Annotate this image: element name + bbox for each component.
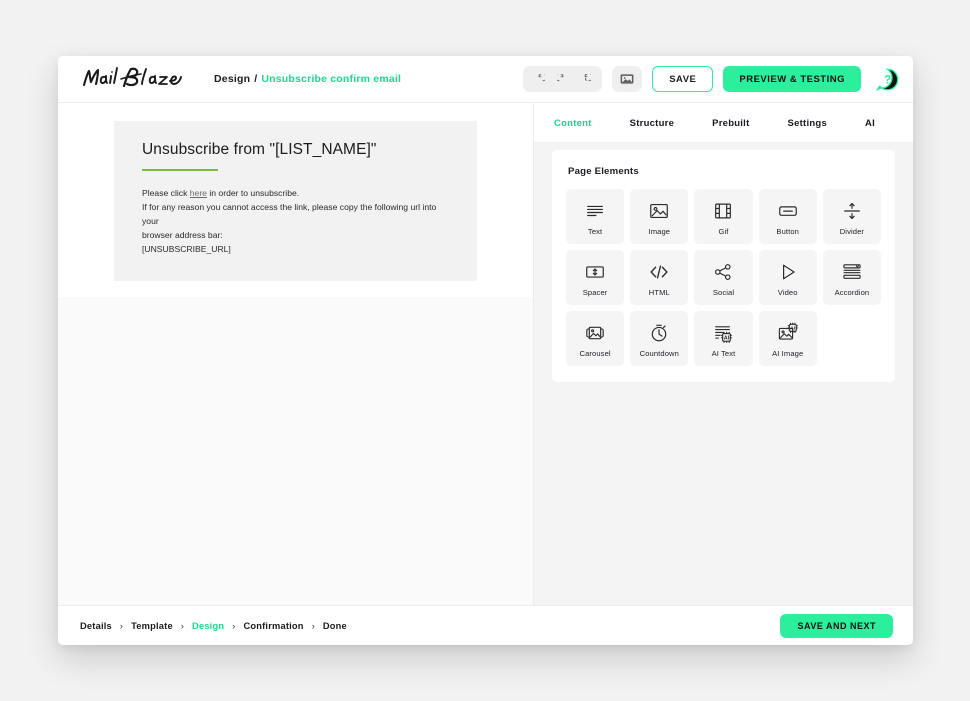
email-content-block[interactable]: Unsubscribe from "[LIST_NAME]" Please cl… [114,121,477,281]
email-title: Unsubscribe from "[LIST_NAME]" [142,141,377,158]
button-icon [777,200,799,222]
element-countdown[interactable]: Countdown [630,311,689,366]
step-done[interactable]: Done [323,621,347,631]
history-controls [523,66,603,92]
page-root: Design / Unsubscribe confirm email SAVE … [0,0,970,701]
page-elements-card: Page Elements Text Image Gif Button Divi… [552,150,895,382]
tab-prebuilt[interactable]: Prebuilt [712,116,749,131]
step-template[interactable]: Template [131,621,173,631]
panel-tabs: Content Structure Prebuilt Settings AI [534,103,913,142]
step-details[interactable]: Details [80,621,112,631]
image-icon [648,200,670,222]
element-label: Spacer [582,287,608,297]
svg-text:AI: AI [790,325,796,331]
text-lines-icon [584,200,606,222]
ai-text-icon: AI [712,322,734,344]
element-label: Video [777,287,798,297]
element-label: Carousel [579,348,611,358]
code-icon [648,261,670,283]
page-elements-title: Page Elements [568,166,639,177]
breadcrumb: Design / Unsubscribe confirm email [214,73,401,85]
film-strip-icon [712,200,734,222]
element-social[interactable]: Social [694,250,753,305]
element-gif[interactable]: Gif [694,189,753,244]
element-html[interactable]: HTML [630,250,689,305]
element-label: AI Text [711,348,736,358]
element-image[interactable]: Image [630,189,689,244]
svg-text:AI: AI [724,335,730,341]
email-line-1-suffix: in order to unsubscribe. [206,188,300,198]
element-ai-text[interactable]: AI AI Text [694,311,753,366]
divider-icon [841,200,863,222]
element-video[interactable]: Video [758,250,817,305]
step-separator: › [311,620,315,631]
breadcrumb-separator: / [254,73,258,85]
email-line-4: [UNSUBSCRIBE_URL] [142,243,231,254]
step-confirmation[interactable]: Confirmation [243,621,303,631]
play-triangle-icon [777,261,799,283]
tab-content[interactable]: Content [554,116,592,131]
stopwatch-icon [648,322,670,344]
element-label: HTML [648,287,670,297]
step-breadcrumb: Details › Template › Design › Confirmati… [80,621,347,631]
element-button[interactable]: Button [758,189,817,244]
help-icon[interactable]: ? [875,67,899,91]
step-design[interactable]: Design [192,621,224,631]
spacer-icon [584,261,606,283]
element-divider[interactable]: Divider [822,189,881,244]
carousel-icon [584,322,606,344]
element-ai-image[interactable]: AI AI Image [758,311,817,366]
step-separator: › [119,620,124,631]
footer-bar: Details › Template › Design › Confirmati… [58,605,913,645]
ai-image-icon: AI [777,321,799,344]
top-bar-actions: SAVE PREVIEW & TESTING ? [523,66,913,92]
panel-scroll-area: Page Elements Text Image Gif Button Divi… [534,142,913,605]
undo-icon[interactable] [529,70,550,88]
email-title-rule [142,169,218,171]
breadcrumb-current: Unsubscribe confirm email [261,73,402,85]
element-label: Image [648,226,671,236]
element-label: Divider [839,226,865,236]
element-label: Button [776,226,799,236]
share-icon [712,261,734,283]
tab-settings[interactable]: Settings [788,116,827,131]
editor-body: Unsubscribe from "[LIST_NAME]" Please cl… [58,103,913,605]
image-manager-icon[interactable] [612,66,643,92]
page-elements-grid: Text Image Gif Button Divider Spacer HTM… [566,189,881,366]
element-text[interactable]: Text [566,189,625,244]
element-label: AI Image [772,348,804,358]
svg-text:?: ? [883,74,890,86]
right-panel: Content Structure Prebuilt Settings AI P… [534,103,913,605]
canvas-white-area: Unsubscribe from "[LIST_NAME]" Please cl… [58,103,533,297]
email-line-2: If for any reason you cannot access the … [142,201,437,226]
mailblaze-logo[interactable] [80,64,184,94]
element-label: Accordion [834,287,870,297]
element-accordion[interactable]: Accordion [822,250,881,305]
email-body-text: Please click here in order to unsubscrib… [142,187,449,257]
history-icon[interactable] [575,70,596,88]
tab-structure[interactable]: Structure [630,116,674,131]
unsubscribe-here-link[interactable]: here [190,188,207,198]
step-separator: › [232,620,236,631]
email-line-3: browser address bar: [142,229,223,240]
top-bar: Design / Unsubscribe confirm email SAVE … [58,56,913,103]
breadcrumb-section[interactable]: Design [214,73,250,85]
element-label: Gif [718,226,729,236]
element-label: Countdown [639,348,679,358]
app-window: Design / Unsubscribe confirm email SAVE … [58,56,913,645]
accordion-icon [841,261,863,283]
redo-icon[interactable] [552,70,573,88]
element-label: Social [712,287,735,297]
email-canvas[interactable]: Unsubscribe from "[LIST_NAME]" Please cl… [58,103,534,605]
element-spacer[interactable]: Spacer [566,250,625,305]
save-button[interactable]: SAVE [652,66,714,92]
email-line-1-prefix: Please click [142,188,190,198]
step-separator: › [180,620,185,631]
save-and-next-button[interactable]: SAVE AND NEXT [780,613,893,638]
tab-ai[interactable]: AI [865,116,875,131]
preview-and-testing-button[interactable]: PREVIEW & TESTING [723,66,861,92]
element-carousel[interactable]: Carousel [566,311,625,366]
email-line-1: Please click here in order to unsubscrib… [142,187,449,201]
element-label: Text [587,226,603,236]
